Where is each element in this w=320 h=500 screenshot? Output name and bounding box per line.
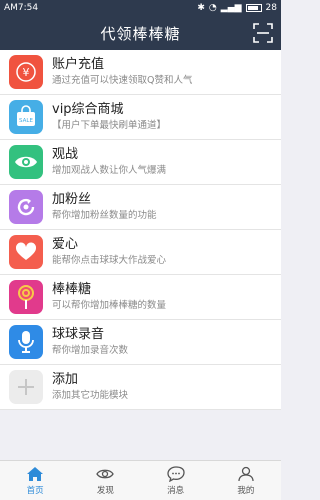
menu-list: ¥ 账户充值 通过充值可以快速领取Q赞和人气 SALE vip综合商城 【用户下…: [0, 50, 281, 410]
menu-item-desc: 【用户下单最快刷单通道】: [52, 120, 167, 131]
title-bar: 代领棒棒糖: [0, 16, 281, 50]
lollipop-icon: [9, 280, 43, 314]
tab-home[interactable]: 首页: [0, 461, 70, 500]
menu-item-title: 账户充值: [52, 57, 105, 72]
tab-label: 消息: [167, 485, 185, 496]
bottom-tab-bar: 首页 发现 消息 我的: [0, 460, 281, 500]
tab-profile[interactable]: 我的: [211, 461, 281, 500]
menu-item-title: 添加: [52, 372, 79, 387]
menu-item-desc: 帮你增加录音次数: [52, 345, 129, 356]
menu-item-heart[interactable]: 爱心 能帮你点击球球大作战爱心: [0, 230, 281, 275]
plus-icon: [9, 370, 43, 404]
menu-item-vip-mall[interactable]: SALE vip综合商城 【用户下单最快刷单通道】: [0, 95, 281, 140]
discover-eye-icon: [96, 469, 115, 478]
home-icon: [27, 466, 44, 481]
menu-item-title: vip综合商城: [52, 102, 124, 117]
menu-item-spectate[interactable]: 观战 增加观战人数让你人气爆满: [0, 140, 281, 185]
shopping-bag-icon: SALE: [9, 100, 43, 134]
menu-item-desc: 帮你增加粉丝数量的功能: [52, 210, 157, 221]
menu-item-desc: 可以帮你增加棒棒糖的数量: [52, 300, 167, 311]
sale-text: SALE: [19, 118, 33, 124]
refresh-icon: [9, 190, 43, 224]
menu-item-desc: 增加观战人数让你人气爆满: [52, 165, 167, 176]
tab-label: 首页: [26, 485, 44, 496]
scan-icon[interactable]: [253, 23, 273, 43]
microphone-icon: [9, 325, 43, 359]
menu-item-title: 观战: [52, 147, 79, 162]
message-icon: [166, 465, 185, 482]
tab-label: 我的: [237, 485, 255, 496]
menu-item-title: 加粉丝: [52, 192, 92, 207]
menu-item-desc: 通过充值可以快速领取Q赞和人气: [52, 75, 193, 86]
yen-icon: ¥: [9, 55, 43, 89]
status-time: AM7:54: [4, 3, 39, 13]
menu-item-title: 棒棒糖: [52, 282, 92, 297]
tab-messages[interactable]: 消息: [141, 461, 211, 500]
tab-label: 发现: [96, 485, 114, 496]
signal-icon: ▂▄▆: [220, 3, 242, 13]
menu-item-voice-record[interactable]: 球球录音 帮你增加录音次数: [0, 320, 281, 365]
menu-item-title: 球球录音: [52, 327, 105, 342]
svg-text:¥: ¥: [23, 66, 30, 79]
menu-item-add-module[interactable]: 添加 添加其它功能模块: [0, 365, 281, 410]
eye-icon: [9, 145, 43, 179]
menu-item-title: 爱心: [52, 237, 79, 252]
user-icon: [238, 466, 254, 481]
bluetooth-icon: ✱: [197, 3, 205, 13]
status-icons: ✱ ◔ ▂▄▆ 28: [197, 3, 277, 13]
menu-item-desc: 能帮你点击球球大作战爱心: [52, 255, 167, 266]
menu-item-add-fans[interactable]: 加粉丝 帮你增加粉丝数量的功能: [0, 185, 281, 230]
page-title: 代领棒棒糖: [100, 24, 181, 43]
menu-item-desc: 添加其它功能模块: [52, 390, 129, 401]
heart-icon: [9, 235, 43, 269]
status-bar: AM7:54 ✱ ◔ ▂▄▆ 28: [0, 0, 281, 16]
alarm-icon: ◔: [208, 3, 217, 13]
tab-discover[interactable]: 发现: [70, 461, 140, 500]
menu-item-lollipop[interactable]: 棒棒糖 可以帮你增加棒棒糖的数量: [0, 275, 281, 320]
menu-item-recharge[interactable]: ¥ 账户充值 通过充值可以快速领取Q赞和人气: [0, 50, 281, 95]
battery-level: 28: [265, 3, 277, 13]
battery-icon: [245, 4, 262, 12]
